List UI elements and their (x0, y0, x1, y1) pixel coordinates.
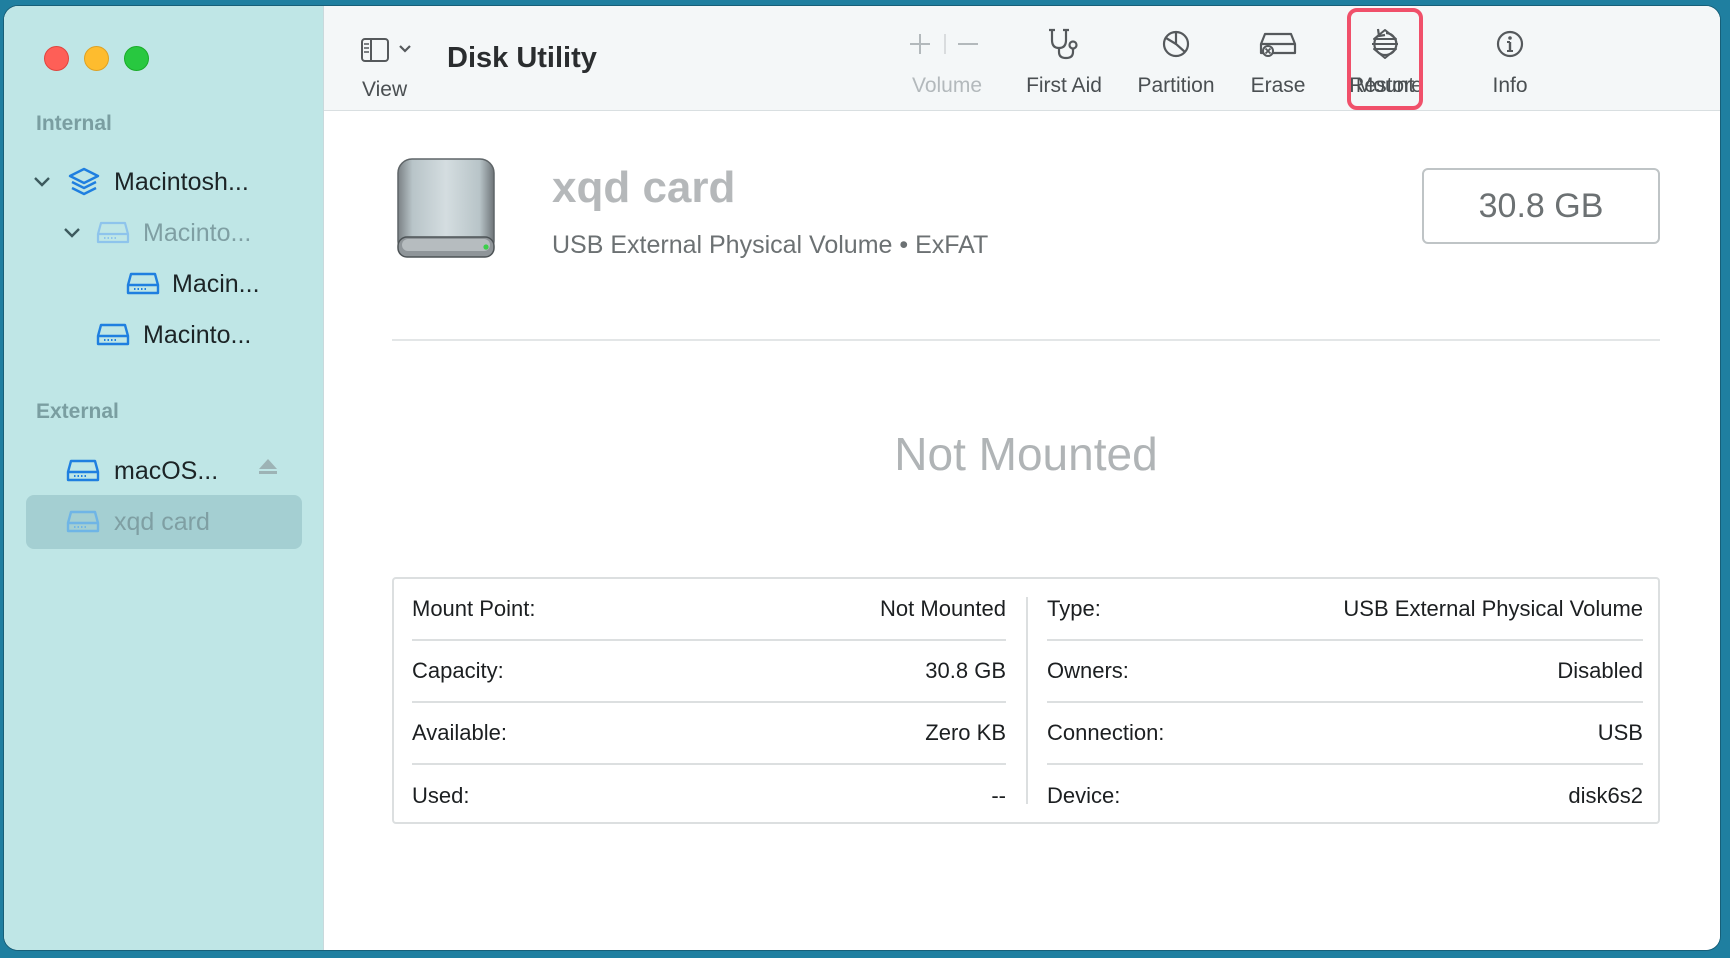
info-row-owners: Owners: Disabled (1047, 641, 1643, 703)
chevron-down-icon[interactable] (62, 223, 82, 244)
info-label: Capacity: (412, 658, 504, 683)
drive-icon (66, 458, 100, 484)
volume-add-remove-icon (902, 26, 992, 62)
info-label: Available: (412, 720, 507, 745)
info-label: Device: (1047, 783, 1121, 808)
pie-chart-icon (1128, 26, 1224, 62)
stethoscope-icon (1014, 26, 1114, 62)
sidebar-section-internal: Internal (36, 112, 112, 135)
minimize-window-button[interactable] (84, 46, 109, 71)
main-content: xqd card USB External Physical Volume • … (324, 111, 1720, 950)
divider (392, 339, 1660, 341)
info-label: Connection: (1047, 720, 1165, 745)
sidebar-item-macintosh-volume-group[interactable]: Macinto... (26, 206, 302, 260)
info-row-connection: Connection: USB (1047, 703, 1643, 765)
sidebar-item-xqd-card[interactable]: xqd card (26, 495, 302, 549)
mount-status-text: Not Mounted (894, 428, 1158, 480)
sidebar-item-label: Macin... (172, 269, 260, 298)
external-drive-icon (392, 157, 500, 263)
info-label: Info (1492, 74, 1528, 97)
partition-label: Partition (1137, 74, 1215, 97)
erase-button[interactable]: Erase (1242, 26, 1314, 102)
sidebar-item-macos-installer[interactable]: macOS... (26, 444, 302, 498)
info-column-left: Mount Point: Not Mounted Capacity: 30.8 … (412, 579, 1006, 827)
sidebar: Internal Macintosh... Macinto... Macin..… (4, 6, 324, 950)
disk-name: xqd card (552, 163, 736, 212)
sidebar-item-macintosh-container[interactable]: Macintosh... (26, 155, 302, 209)
drive-icon (66, 509, 100, 535)
eraser-drive-icon (1242, 26, 1314, 62)
info-value: Zero KB (925, 720, 1006, 745)
disk-utility-window: Internal Macintosh... Macinto... Macin..… (4, 6, 1720, 950)
info-value: Disabled (1557, 658, 1643, 683)
info-row-capacity: Capacity: 30.8 GB (412, 641, 1006, 703)
info-label: Used: (412, 783, 470, 808)
capacity-badge: 30.8 GB (1422, 168, 1660, 244)
volume-button[interactable]: Volume (902, 26, 992, 102)
info-row-device: Device: disk6s2 (1047, 765, 1643, 827)
info-value: disk6s2 (1568, 783, 1643, 808)
disk-info-table: Mount Point: Not Mounted Capacity: 30.8 … (392, 577, 1660, 824)
first-aid-label: First Aid (1026, 74, 1102, 97)
info-row-type: Type: USB External Physical Volume (1047, 579, 1643, 641)
eject-icon[interactable] (258, 458, 278, 482)
sidebar-item-label: Macinto... (143, 320, 252, 349)
disk-subtitle: USB External Physical Volume • ExFAT (552, 231, 989, 259)
info-label: Owners: (1047, 658, 1129, 683)
drive-icon (96, 322, 130, 348)
info-value: Not Mounted (880, 596, 1006, 621)
info-label: Type: (1047, 596, 1101, 621)
zoom-window-button[interactable] (124, 46, 149, 71)
info-icon (1482, 26, 1538, 62)
layers-icon (68, 167, 102, 196)
info-value: -- (991, 783, 1006, 808)
column-divider (1026, 597, 1028, 804)
info-column-right: Type: USB External Physical Volume Owner… (1047, 579, 1643, 827)
mount-highlight-box (1347, 8, 1423, 110)
volume-label: Volume (911, 74, 983, 97)
drive-icon (96, 220, 130, 246)
toolbar: View Disk Utility Volume First Aid Parti… (324, 6, 1720, 162)
sidebar-item-label: Macinto... (143, 218, 252, 247)
view-label: View (362, 78, 408, 101)
info-label: Mount Point: (412, 596, 536, 621)
info-value: USB External Physical Volume (1343, 596, 1643, 621)
chevron-down-icon[interactable] (32, 172, 52, 193)
sidebar-toggle-icon (360, 38, 416, 68)
info-value: 30.8 GB (925, 658, 1006, 683)
info-row-mount-point: Mount Point: Not Mounted (412, 579, 1006, 641)
info-row-available: Available: Zero KB (412, 703, 1006, 765)
drive-icon (126, 271, 160, 297)
sidebar-item-macintosh-data[interactable]: Macin... (26, 257, 302, 311)
sidebar-item-macintosh-hd[interactable]: Macinto... (26, 308, 302, 362)
info-row-used: Used: -- (412, 765, 1006, 827)
sidebar-item-label: xqd card (114, 507, 210, 536)
sidebar-item-label: macOS... (114, 456, 219, 485)
erase-label: Erase (1250, 74, 1306, 97)
window-controls (44, 46, 149, 71)
sidebar-section-external: External (36, 400, 119, 423)
sidebar-item-label: Macintosh... (114, 167, 249, 196)
window-title: Disk Utility (447, 42, 597, 74)
info-button[interactable]: Info (1482, 26, 1538, 102)
view-menu-button[interactable] (360, 36, 416, 64)
partition-button[interactable]: Partition (1128, 26, 1224, 102)
close-window-button[interactable] (44, 46, 69, 71)
info-value: USB (1597, 720, 1643, 745)
first-aid-button[interactable]: First Aid (1014, 26, 1114, 102)
